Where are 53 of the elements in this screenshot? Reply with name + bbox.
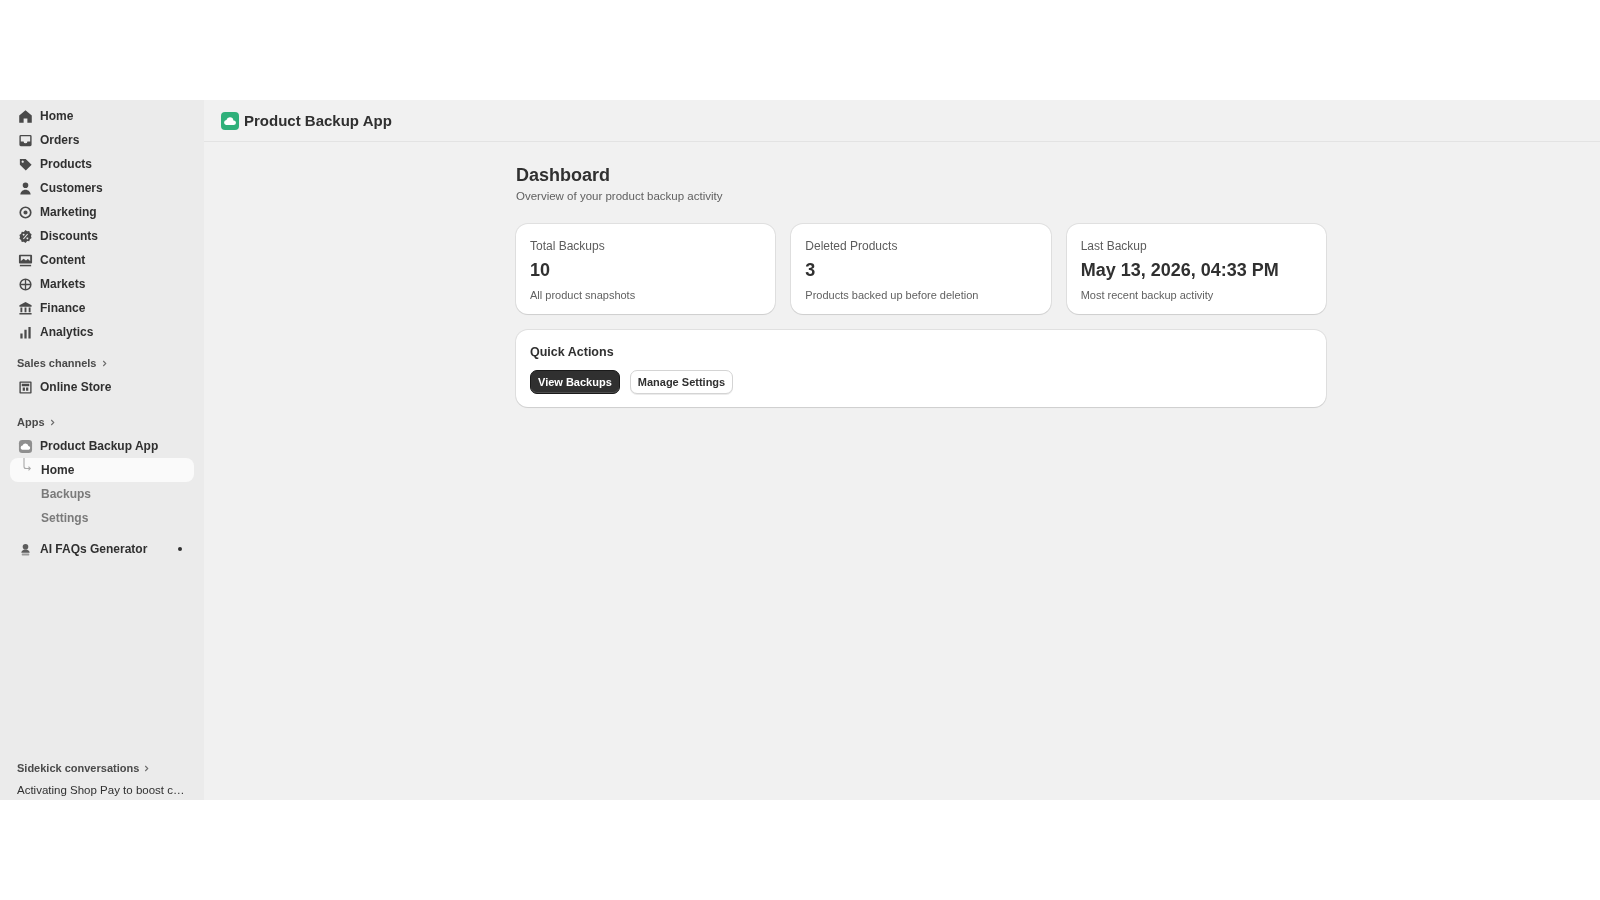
card-title: Quick Actions: [530, 344, 614, 360]
chevron-right-icon: [144, 764, 150, 772]
action-button[interactable]: View Backups: [530, 370, 620, 394]
conversation-link[interactable]: Activating Shop Pay to boost c…: [10, 780, 192, 800]
bar-chart-icon: [18, 324, 33, 340]
person-icon: [18, 541, 33, 557]
stat-label: Deleted Products: [805, 238, 898, 254]
nav-item[interactable]: Markets: [10, 272, 194, 296]
sub-nav-item[interactable]: Backups: [10, 482, 194, 506]
stat-description: All product snapshots: [530, 288, 636, 303]
tag-icon: [18, 156, 33, 172]
target-icon: [18, 204, 33, 220]
action-button[interactable]: Manage Settings: [629, 370, 734, 394]
stat-value: 10: [530, 259, 551, 282]
nav-item[interactable]: Orders: [10, 128, 194, 152]
app-title: Product Backup App: [244, 112, 392, 129]
person-icon: [18, 180, 33, 196]
chevron-right-icon: [49, 418, 55, 426]
nav-item[interactable]: Home: [10, 104, 194, 128]
nav-item[interactable]: Finance: [10, 296, 194, 320]
stat-value: 3: [805, 259, 816, 282]
nav-item[interactable]: Content: [10, 248, 194, 272]
nav-item[interactable]: Online Store: [10, 375, 194, 399]
page-subtitle: Overview of your product backup activity: [516, 189, 723, 204]
nav-item[interactable]: Marketing: [10, 200, 194, 224]
section-heading[interactable]: Sidekick conversations: [10, 756, 157, 780]
cloud-tile-icon: [18, 438, 33, 454]
nav-item[interactable]: AI FAQs Generator: [10, 537, 194, 561]
nav-item[interactable]: Product Backup App: [10, 434, 194, 458]
image-icon: [18, 252, 33, 268]
stat-value: May 13, 2026, 04:33 PM: [1080, 259, 1279, 282]
nav-item[interactable]: Analytics: [10, 320, 194, 344]
chevron-right-icon: [101, 359, 107, 367]
stat-description: Products backed up before deletion: [805, 288, 979, 303]
storefront-icon: [18, 379, 33, 395]
nav-item[interactable]: Discounts: [10, 224, 194, 248]
inbox-icon: [18, 132, 33, 148]
discount-badge-icon: [18, 228, 33, 244]
nav-item[interactable]: Customers: [10, 176, 194, 200]
sub-nav-item[interactable]: Settings: [10, 506, 194, 530]
page-title: Dashboard: [516, 164, 611, 187]
home-icon: [18, 108, 33, 124]
stat-description: Most recent backup activity: [1080, 288, 1214, 303]
stat-label: Last Backup: [1080, 238, 1147, 254]
section-heading[interactable]: Apps: [10, 410, 62, 434]
nav-item[interactable]: Products: [10, 152, 194, 176]
tree-connector-icon: [23, 458, 31, 472]
section-heading[interactable]: Sales channels: [10, 351, 114, 375]
bank-icon: [18, 300, 33, 316]
stat-label: Total Backups: [530, 238, 605, 254]
cloud-tile-icon: [221, 111, 239, 130]
globe-icon: [18, 276, 33, 292]
sub-nav-item[interactable]: Home: [10, 458, 194, 482]
